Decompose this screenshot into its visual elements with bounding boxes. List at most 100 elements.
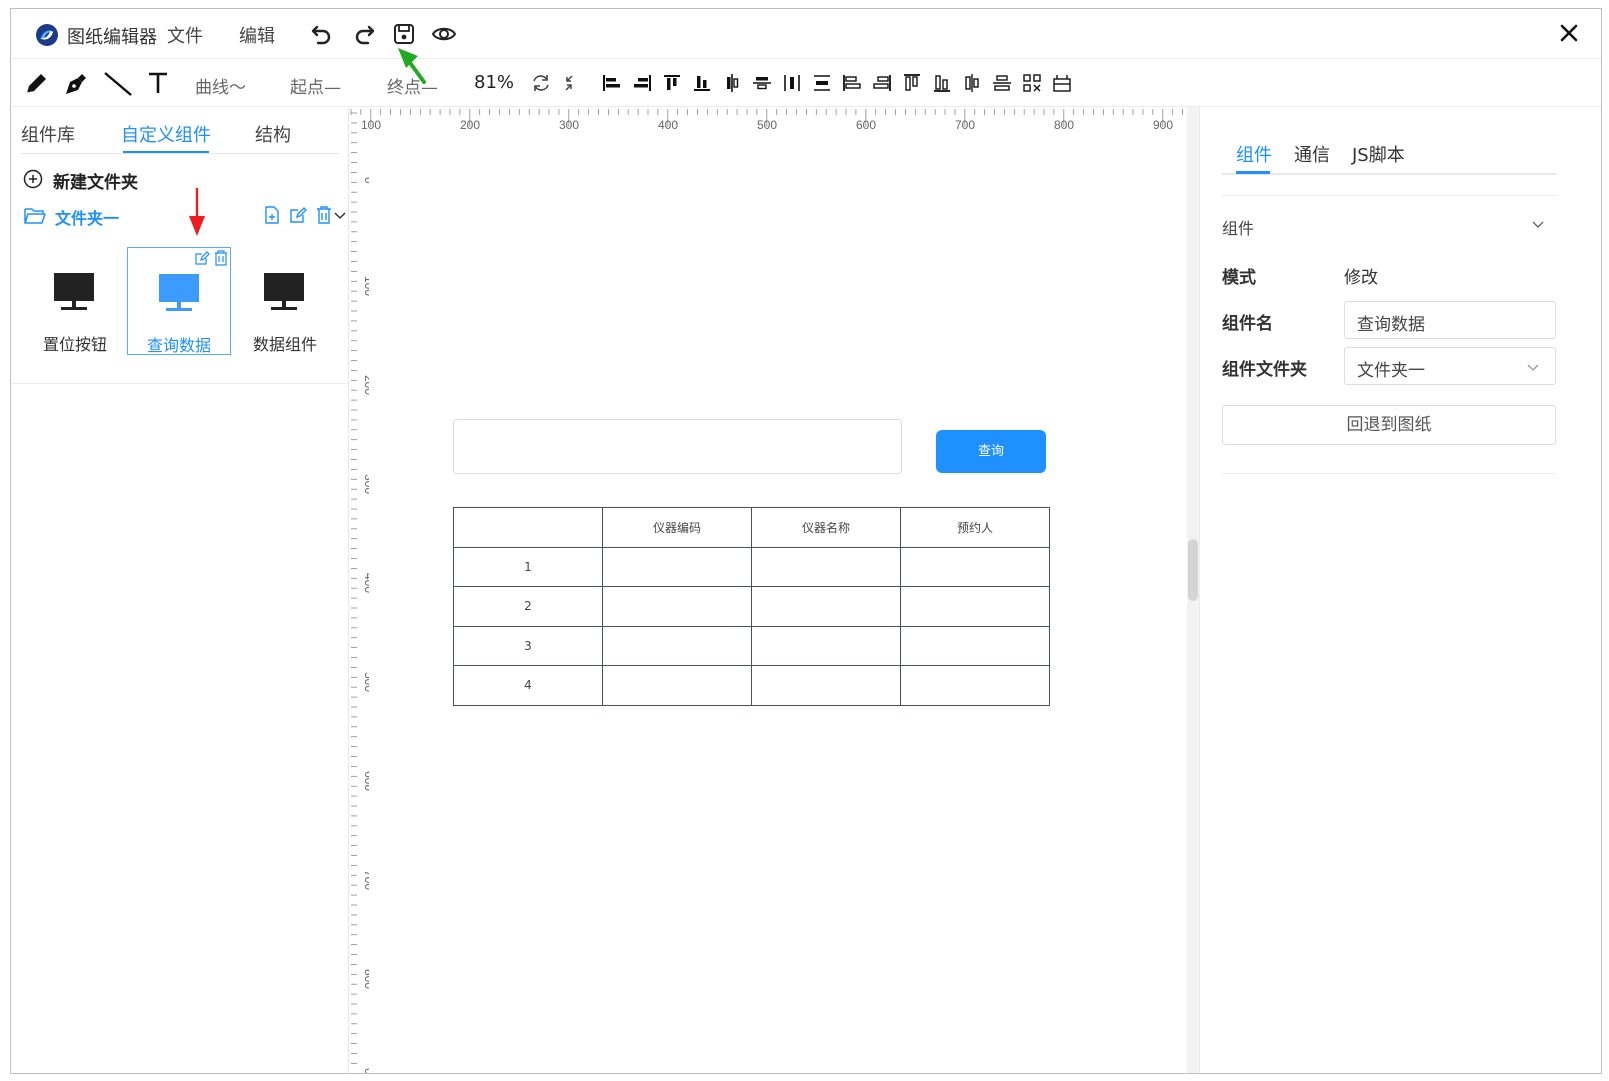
- delete-icon[interactable]: [315, 205, 333, 225]
- component-name-label: 组件名: [1222, 314, 1273, 334]
- chevron-down-icon[interactable]: [1530, 217, 1546, 233]
- text-icon[interactable]: [147, 69, 169, 97]
- active-tab-indicator: [123, 151, 209, 153]
- active-tab-indicator: [1236, 171, 1270, 174]
- align-right-outline-icon[interactable]: [871, 72, 893, 94]
- ruler-label: 600: [362, 771, 369, 791]
- mode-label: 模式: [1222, 268, 1256, 288]
- save-icon[interactable]: [391, 21, 417, 47]
- table-cell: 4: [453, 665, 603, 706]
- curve-tool[interactable]: 曲线～: [195, 73, 246, 98]
- distribute-v-icon[interactable]: [811, 72, 833, 94]
- ruler-label: 300: [559, 118, 579, 132]
- tab-component[interactable]: 组件: [1236, 141, 1272, 167]
- tab-component-library[interactable]: 组件库: [21, 121, 75, 147]
- ruler-label: 500: [757, 118, 777, 132]
- section-title: 组件: [1222, 219, 1255, 238]
- component-card-query-data[interactable]: 查询数据: [127, 247, 231, 355]
- ruler-label: 100: [362, 276, 369, 296]
- query-button[interactable]: 查询: [936, 430, 1046, 473]
- align-top-icon[interactable]: [661, 72, 683, 94]
- chevron-down-icon[interactable]: [333, 205, 347, 225]
- align-left-icon[interactable]: [601, 72, 623, 94]
- table-row: 1: [453, 546, 1050, 587]
- pencil-icon[interactable]: [23, 69, 49, 97]
- table-cell: [602, 546, 752, 587]
- table-cell: [751, 665, 901, 706]
- component-folder-label: 组件文件夹: [1222, 360, 1307, 380]
- align-center-h-icon[interactable]: [721, 72, 743, 94]
- component-card-reset-button[interactable]: 置位按钮: [23, 247, 127, 355]
- start-point-tool[interactable]: 起点—: [290, 73, 341, 98]
- align-bottom-icon[interactable]: [691, 72, 713, 94]
- tabs-divider: [21, 153, 339, 154]
- tab-structure[interactable]: 结构: [255, 121, 291, 147]
- table-cell: [602, 586, 752, 627]
- ruler-label: 500: [362, 672, 369, 692]
- vertical-ruler: 0 100 200 300 400 500 600 700 800 0: [351, 112, 369, 1073]
- align-center-v-icon[interactable]: [751, 72, 773, 94]
- ruler-label: 800: [362, 969, 369, 989]
- menu-file[interactable]: 文件: [167, 22, 203, 48]
- edit-icon[interactable]: [194, 250, 210, 266]
- query-input[interactable]: [453, 419, 902, 474]
- app-window: 图纸编辑器 文件 编辑 曲线～ 起点— 终点— 81% 组件库 自定义组件 结构…: [10, 8, 1602, 1074]
- folder-row[interactable]: 文件夹一: [23, 205, 346, 229]
- preview-eye-icon[interactable]: [431, 21, 457, 47]
- tab-custom-components[interactable]: 自定义组件: [121, 121, 211, 147]
- component-card-data-component[interactable]: 数据组件: [233, 247, 337, 355]
- table-header-row: 仪器编码 仪器名称 预约人: [453, 507, 1050, 548]
- scrollbar-thumb[interactable]: [1188, 539, 1198, 601]
- align-right-icon[interactable]: [631, 72, 653, 94]
- ungroup-icon[interactable]: [1021, 72, 1043, 94]
- back-to-drawing-button[interactable]: 回退到图纸: [1222, 405, 1556, 445]
- center-v-outline-icon[interactable]: [991, 72, 1013, 94]
- table-cell: [900, 625, 1050, 666]
- delete-icon[interactable]: [213, 250, 229, 266]
- ruler-label: 400: [658, 118, 678, 132]
- align-left-outline-icon[interactable]: [841, 72, 863, 94]
- folder-name: 文件夹一: [55, 209, 120, 228]
- zoom-level: 81%: [474, 72, 515, 93]
- end-point-tool[interactable]: 终点—: [387, 73, 438, 98]
- add-file-icon[interactable]: [263, 205, 281, 225]
- refresh-icon[interactable]: [530, 72, 552, 94]
- table-header-cell: [453, 507, 603, 548]
- table-row: 4: [453, 665, 1050, 706]
- line-icon[interactable]: [103, 69, 133, 97]
- tab-js-script[interactable]: JS脚本: [1352, 141, 1405, 167]
- section-divider: [1222, 473, 1556, 474]
- pen-icon[interactable]: [63, 69, 89, 97]
- align-top-outline-icon[interactable]: [901, 72, 923, 94]
- undo-icon[interactable]: [309, 21, 335, 47]
- tab-communication[interactable]: 通信: [1294, 141, 1330, 167]
- ruler-label: 0: [362, 177, 369, 184]
- collapse-icon[interactable]: [558, 72, 580, 94]
- edit-icon[interactable]: [289, 205, 307, 225]
- close-icon[interactable]: [1557, 21, 1581, 45]
- app-logo-icon: [36, 24, 58, 46]
- table-cell: [751, 625, 901, 666]
- component-folder-select[interactable]: 文件夹一: [1344, 347, 1556, 385]
- app-title: 图纸编辑器: [67, 27, 157, 48]
- canvas-area[interactable]: 100200300400500600700800900 010020030040…: [349, 107, 1199, 1073]
- folder-open-icon: [24, 208, 46, 224]
- ruler-label: 700: [362, 870, 369, 890]
- table-header-cell: 预约人: [900, 507, 1050, 548]
- table-cell: [751, 586, 901, 627]
- monitor-icon: [54, 273, 94, 310]
- component-name-input[interactable]: 查询数据: [1344, 301, 1556, 339]
- table-cell: 2: [453, 586, 603, 627]
- ruler-label: 700: [955, 118, 975, 132]
- new-folder-label: 新建文件夹: [53, 173, 138, 193]
- section-divider: [1222, 195, 1556, 196]
- component-label: 查询数据: [146, 336, 211, 355]
- align-bottom-outline-icon[interactable]: [931, 72, 953, 94]
- menu-edit[interactable]: 编辑: [239, 22, 275, 48]
- group-icon[interactable]: [1051, 72, 1073, 94]
- redo-icon[interactable]: [351, 21, 377, 47]
- distribute-h-icon[interactable]: [781, 72, 803, 94]
- monitor-icon: [159, 274, 199, 311]
- center-h-outline-icon[interactable]: [961, 72, 983, 94]
- table-cell: 3: [453, 625, 603, 666]
